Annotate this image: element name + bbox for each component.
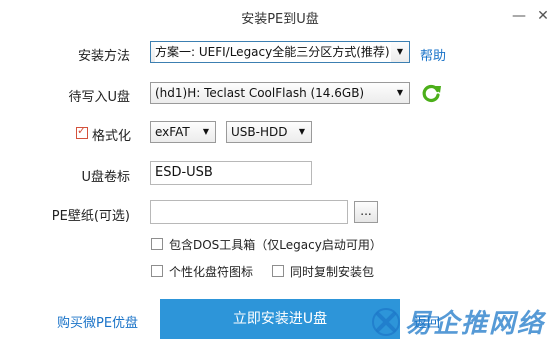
target-drive-value: (hd1)H: Teclast CoolFlash (14.6GB): [155, 86, 365, 100]
close-button[interactable]: ✕: [532, 6, 554, 26]
chevron-down-icon: ▼: [396, 88, 404, 97]
copy-package-checkbox[interactable]: [272, 265, 284, 277]
title-bar: 安装PE到U盘 — ✕: [0, 0, 560, 34]
custom-drive-icon-label: 个性化盘符图标: [169, 265, 254, 279]
install-method-select[interactable]: 方案一: UEFI/Legacy全能三分区方式(推荐) ▼: [150, 41, 410, 63]
target-drive-label: 待写入U盘: [68, 90, 130, 105]
window-title: 安装PE到U盘: [241, 12, 319, 27]
install-method-value: 方案一: UEFI/Legacy全能三分区方式(推荐): [155, 42, 391, 62]
volume-label-input[interactable]: ESD-USB: [150, 161, 312, 185]
dos-toolbox-checkbox[interactable]: [151, 238, 163, 250]
install-button[interactable]: 立即安装进U盘: [160, 299, 400, 339]
target-drive-select[interactable]: (hd1)H: Teclast CoolFlash (14.6GB) ▼: [150, 82, 410, 104]
format-label: 格式化: [92, 129, 132, 144]
watermark-text: 易企推网络: [405, 309, 546, 339]
copy-package-label: 同时复制安装包: [290, 265, 375, 279]
filesystem-value: exFAT: [155, 125, 190, 139]
wallpaper-label: PE壁纸(可选): [51, 209, 130, 224]
wallpaper-input[interactable]: [150, 200, 348, 224]
format-checkbox[interactable]: [76, 124, 88, 139]
dos-toolbox-label: 包含DOS工具箱（仅Legacy启动可用）: [169, 238, 382, 252]
custom-drive-icon-checkbox[interactable]: [151, 265, 163, 277]
volume-label-label: U盘卷标: [81, 170, 130, 185]
refresh-icon[interactable]: [420, 82, 442, 104]
buy-usb-link[interactable]: 购买微PE优盘: [57, 312, 138, 331]
install-method-label: 安装方法: [77, 49, 130, 64]
browse-button[interactable]: ...: [354, 201, 378, 223]
chevron-down-icon: ▼: [298, 127, 306, 136]
chevron-down-icon: ▼: [202, 127, 210, 136]
minimize-button[interactable]: —: [508, 6, 530, 26]
boot-mode-value: USB-HDD: [231, 125, 288, 139]
boot-mode-select[interactable]: USB-HDD ▼: [226, 121, 312, 143]
filesystem-select[interactable]: exFAT ▼: [150, 121, 216, 143]
chevron-down-icon: ▼: [396, 47, 404, 56]
help-link[interactable]: 帮助: [420, 45, 446, 64]
